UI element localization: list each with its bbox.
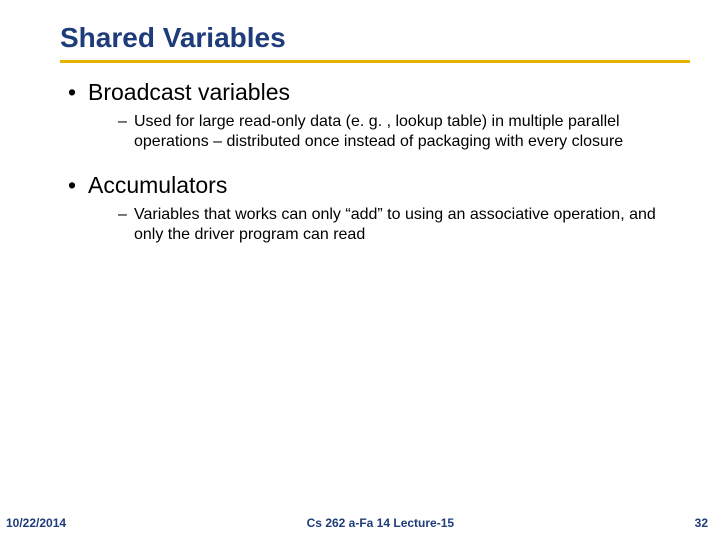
sub-bullet-item: – Variables that works can only “add” to…: [118, 205, 680, 245]
bullet-item: • Accumulators: [68, 172, 690, 199]
sub-bullet-text: Variables that works can only “add” to u…: [134, 205, 680, 245]
footer-date: 10/22/2014: [6, 516, 66, 530]
sub-bullet-text: Used for large read-only data (e. g. , l…: [134, 112, 680, 152]
bullet-item: • Broadcast variables: [68, 79, 690, 106]
slide: Shared Variables • Broadcast variables –…: [0, 0, 720, 540]
slide-title: Shared Variables: [60, 22, 690, 54]
bullet-icon: •: [68, 172, 88, 199]
title-underline: [60, 60, 690, 63]
bullet-heading: Broadcast variables: [88, 79, 290, 106]
footer-center: Cs 262 a-Fa 14 Lecture-15: [66, 516, 695, 530]
slide-content: • Broadcast variables – Used for large r…: [60, 79, 690, 245]
dash-icon: –: [118, 112, 134, 152]
sub-bullet-item: – Used for large read-only data (e. g. ,…: [118, 112, 680, 152]
bullet-icon: •: [68, 79, 88, 106]
slide-footer: 10/22/2014 Cs 262 a-Fa 14 Lecture-15 32: [0, 516, 720, 530]
dash-icon: –: [118, 205, 134, 245]
footer-page-number: 32: [695, 516, 708, 530]
bullet-heading: Accumulators: [88, 172, 227, 199]
